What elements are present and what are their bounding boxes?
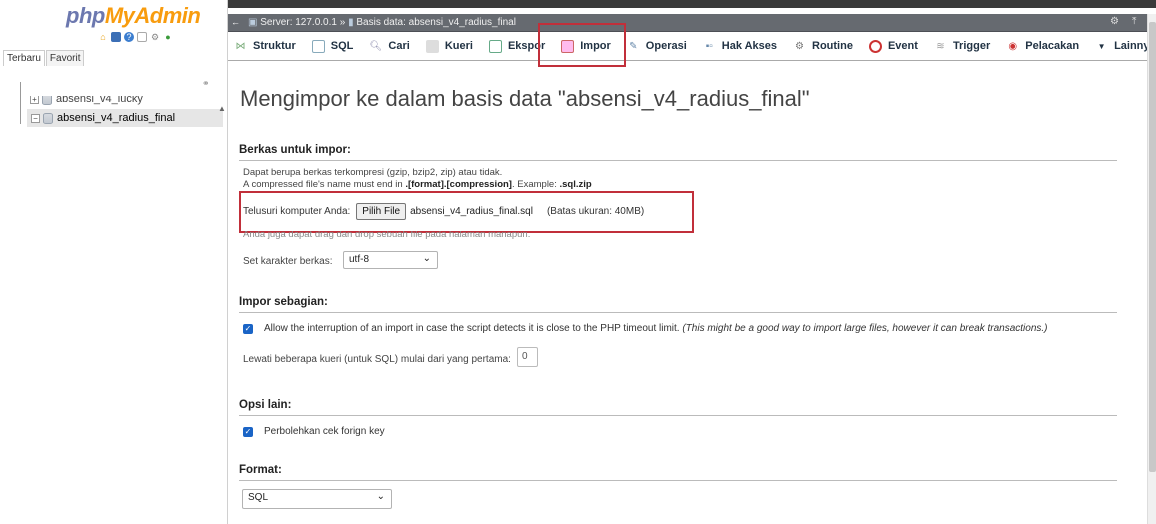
impor-highlight	[538, 23, 626, 67]
clock-icon	[868, 39, 882, 53]
skip-queries-label: Lewati beberapa kueri (untuk SQL) mulai …	[243, 354, 511, 365]
top-bar: ← ▣ Server: 127.0.0.1 » ▮ Basis data: ab…	[228, 0, 1156, 32]
breadcrumb-server[interactable]: Server: 127.0.0.1 »	[260, 17, 345, 28]
query-icon	[425, 39, 439, 53]
tab-routine[interactable]: ⚙ Routine	[793, 40, 853, 53]
db-icon: ▮	[348, 17, 354, 28]
checkbox-checked-icon[interactable]: ✓	[243, 426, 253, 437]
breadcrumb-db[interactable]: Basis data: absensi_v4_radius_final	[356, 17, 516, 28]
skip-queries-input[interactable]: 0	[517, 347, 538, 367]
scrollbar-thumb[interactable]	[1149, 22, 1156, 472]
compression-format-info: A compressed file's name must end in .[f…	[243, 179, 592, 190]
section-file-heading: Berkas untuk impor:	[239, 144, 1117, 161]
scrollbar[interactable]	[1147, 14, 1156, 524]
tab-trigger[interactable]: ≋ Trigger	[934, 40, 990, 53]
privileges-icon: ▪▫	[705, 40, 713, 52]
database-icon	[43, 112, 53, 124]
format-select[interactable]: SQL ⌄	[242, 489, 392, 509]
tab-event[interactable]: Event	[868, 39, 918, 53]
tab-struktur[interactable]: ⋈ Struktur	[234, 40, 296, 53]
server-icon: ▣	[248, 17, 258, 28]
phpmyadmin-window: phpMyAdmin ⌂ ? ⚙ ● Terbaru Favorit ⚭ + a…	[0, 0, 1156, 524]
tree-line	[20, 82, 21, 124]
menu-tabs: ⋈ Struktur SQL 🔍︎ Cari Kueri Ekspor Impor …	[228, 32, 1156, 61]
charset-select[interactable]: utf-8 ⌄	[343, 251, 438, 269]
routine-icon: ⚙	[795, 40, 804, 52]
top-strip	[228, 0, 1156, 8]
checkbox-checked-icon[interactable]: ✓	[243, 323, 253, 334]
breadcrumb: ← ▣ Server: 127.0.0.1 » ▮ Basis data: ab…	[228, 14, 1156, 32]
chevron-down-icon: ▼	[1097, 41, 1106, 51]
tab-ekspor[interactable]: Ekspor	[488, 39, 545, 53]
file-highlight	[239, 191, 694, 233]
collapse-top-icon[interactable]: ⤒	[1132, 16, 1136, 27]
tab-sql[interactable]: SQL	[311, 39, 353, 53]
charset-label: Set karakter berkas:	[243, 256, 333, 267]
scroll-up-icon[interactable]: ▲	[218, 104, 226, 113]
sql-icon	[311, 39, 325, 53]
chevron-down-icon: ⌄	[422, 253, 431, 264]
tree-item-label: absensi_v4_radius_final	[57, 112, 176, 124]
page-title: Mengimpor ke dalam basis data "absensi_v…	[240, 86, 810, 111]
tab-cari[interactable]: 🔍︎ Cari	[369, 40, 410, 53]
allow-interrupt-checkbox[interactable]: ✓ Allow the interruption of an import in …	[243, 323, 1048, 334]
exit-icon[interactable]	[111, 32, 121, 42]
link-icon[interactable]: ⚭	[202, 78, 210, 89]
export-icon	[488, 39, 502, 53]
tab-pelacakan[interactable]: ◉ Pelacakan	[1006, 40, 1079, 53]
tab-hak-akses[interactable]: ▪▫ Hak Akses	[703, 40, 777, 53]
database-icon	[42, 96, 52, 105]
tab-operasi[interactable]: ✎ Operasi	[627, 40, 687, 53]
tree-item-database-selected[interactable]: − absensi_v4_radius_final	[27, 109, 223, 127]
home-icon[interactable]: ⌂	[98, 32, 108, 42]
tree-item-database[interactable]: + absensi_v4_lucky	[30, 93, 143, 105]
tab-favorites[interactable]: Favorit	[45, 50, 85, 66]
section-format-heading: Format:	[239, 464, 1117, 481]
wrench-icon: ✎	[629, 40, 638, 52]
section-other-heading: Opsi lain:	[239, 399, 1117, 416]
search-icon: 🔍︎	[369, 40, 383, 52]
docs-icon[interactable]	[137, 32, 147, 42]
eye-icon: ◉	[1008, 40, 1018, 52]
tab-recent[interactable]: Terbaru	[3, 50, 45, 66]
chevron-down-icon: ⌄	[376, 491, 385, 502]
settings-icon[interactable]: ⚙	[150, 32, 160, 42]
tree-item-label: absensi_v4_lucky	[56, 93, 143, 105]
left-tabs: Terbaru Favorit	[3, 50, 85, 66]
compression-info: Dapat berupa berkas terkompresi (gzip, b…	[243, 167, 503, 178]
phpmyadmin-logo[interactable]: phpMyAdmin	[66, 3, 201, 29]
breadcrumb-text[interactable]: ▣ Server: 127.0.0.1 » ▮ Basis data: abse…	[248, 17, 516, 28]
trigger-icon: ≋	[936, 40, 945, 52]
gear-icon[interactable]: ⚙	[1110, 16, 1119, 27]
section-partial-heading: Impor sebagian:	[239, 296, 1117, 313]
collapse-icon[interactable]: −	[31, 113, 40, 123]
expand-icon[interactable]: +	[30, 96, 39, 104]
back-arrow-icon[interactable]: ←	[231, 17, 240, 27]
help-icon[interactable]: ?	[124, 32, 134, 42]
navigation-panel: phpMyAdmin ⌂ ? ⚙ ● Terbaru Favorit ⚭ + a…	[0, 0, 228, 524]
reload-icon[interactable]: ●	[163, 32, 173, 42]
quick-links: ⌂ ? ⚙ ●	[98, 32, 173, 42]
tab-kueri[interactable]: Kueri	[425, 39, 473, 53]
foreign-key-checkbox[interactable]: ✓ Perbolehkan cek forign key	[243, 426, 385, 437]
structure-icon: ⋈	[235, 40, 246, 52]
